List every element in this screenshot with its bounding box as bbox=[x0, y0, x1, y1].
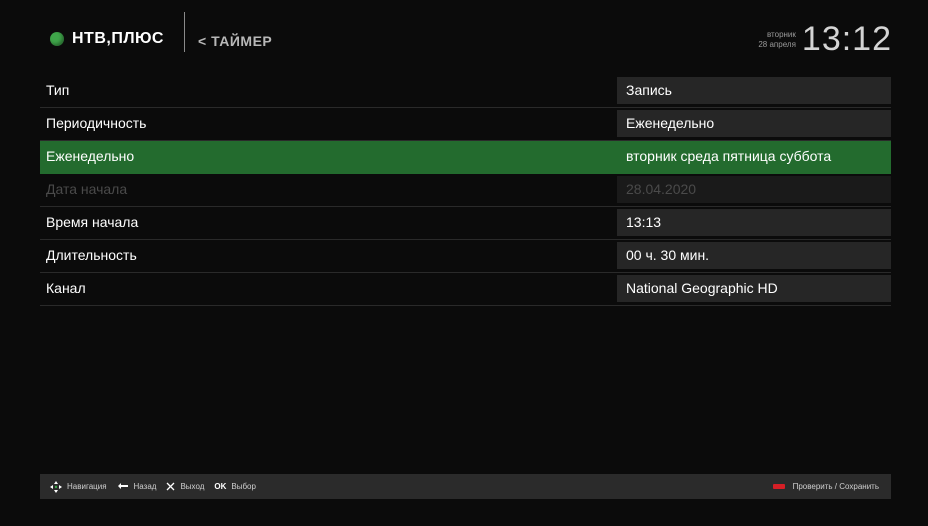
back-arrow-icon bbox=[117, 482, 129, 492]
row-value[interactable]: National Geographic HD bbox=[617, 275, 891, 302]
row-channel[interactable]: Канал National Geographic HD bbox=[40, 273, 891, 306]
clock-date: вторник 28 апреля bbox=[758, 30, 796, 50]
red-button-icon bbox=[772, 484, 785, 489]
row-label: Дата начала bbox=[46, 181, 128, 197]
row-duration[interactable]: Длительность 00 ч. 30 мин. bbox=[40, 240, 891, 273]
row-label: Тип bbox=[46, 82, 70, 98]
header: НТВ,ПЛЮС < ТАЙМЕР вторник 28 апреля 13:1… bbox=[0, 0, 928, 70]
row-label: Время начала bbox=[46, 214, 139, 230]
row-value[interactable]: Запись bbox=[617, 77, 891, 104]
row-value[interactable]: Еженедельно bbox=[617, 110, 891, 137]
row-weekly-days[interactable]: Еженедельно вторник среда пятница суббот… bbox=[40, 141, 891, 174]
row-start-time[interactable]: Время начала 13:13 bbox=[40, 207, 891, 240]
row-label: Канал bbox=[46, 280, 86, 296]
back-to-timer-link[interactable]: < ТАЙМЕР bbox=[198, 33, 272, 49]
hint-navigation: Навигация bbox=[50, 480, 107, 493]
brand-dot-icon bbox=[50, 32, 64, 46]
dpad-icon bbox=[50, 480, 62, 493]
row-type[interactable]: Тип Запись bbox=[40, 75, 891, 108]
brand-name: НТВ,ПЛЮС bbox=[72, 30, 164, 47]
row-value[interactable]: 00 ч. 30 мин. bbox=[617, 242, 891, 269]
row-value[interactable]: 13:13 bbox=[617, 209, 891, 236]
hint-back: Назад bbox=[117, 482, 157, 492]
row-label: Длительность bbox=[46, 247, 137, 263]
hint-exit: Выход bbox=[166, 482, 204, 491]
hint-exit-label: Выход bbox=[180, 482, 205, 491]
clock-weekday: вторник bbox=[766, 29, 796, 39]
x-icon bbox=[166, 482, 175, 491]
row-label: Еженедельно bbox=[46, 148, 135, 164]
hint-select: OK Выбор bbox=[214, 482, 256, 491]
header-divider bbox=[184, 12, 185, 52]
row-value: 28.04.2020 bbox=[617, 176, 891, 203]
row-start-date: Дата начала 28.04.2020 bbox=[40, 174, 891, 207]
footer-hints: Навигация Назад Выход OK Выбор Проверить… bbox=[40, 474, 891, 499]
hint-save: Проверить / Сохранить bbox=[772, 474, 879, 499]
hint-save-label: Проверить / Сохранить bbox=[792, 482, 879, 491]
hint-select-label: Выбор bbox=[231, 482, 256, 491]
hint-back-label: Назад bbox=[133, 482, 157, 491]
row-label: Периодичность bbox=[46, 115, 147, 131]
clock-time: 13:12 bbox=[801, 20, 892, 58]
brand-logo: НТВ,ПЛЮС bbox=[50, 30, 164, 48]
clock-day: 28 апреля bbox=[758, 39, 796, 49]
row-value[interactable]: вторник среда пятница суббота bbox=[617, 143, 891, 170]
row-periodicity[interactable]: Периодичность Еженедельно bbox=[40, 108, 891, 141]
hint-navigation-label: Навигация bbox=[67, 482, 107, 491]
ok-key-icon: OK bbox=[214, 482, 227, 491]
timer-settings-table: Тип Запись Периодичность Еженедельно Еже… bbox=[40, 75, 891, 306]
clock: вторник 28 апреля 13:12 bbox=[758, 20, 892, 59]
